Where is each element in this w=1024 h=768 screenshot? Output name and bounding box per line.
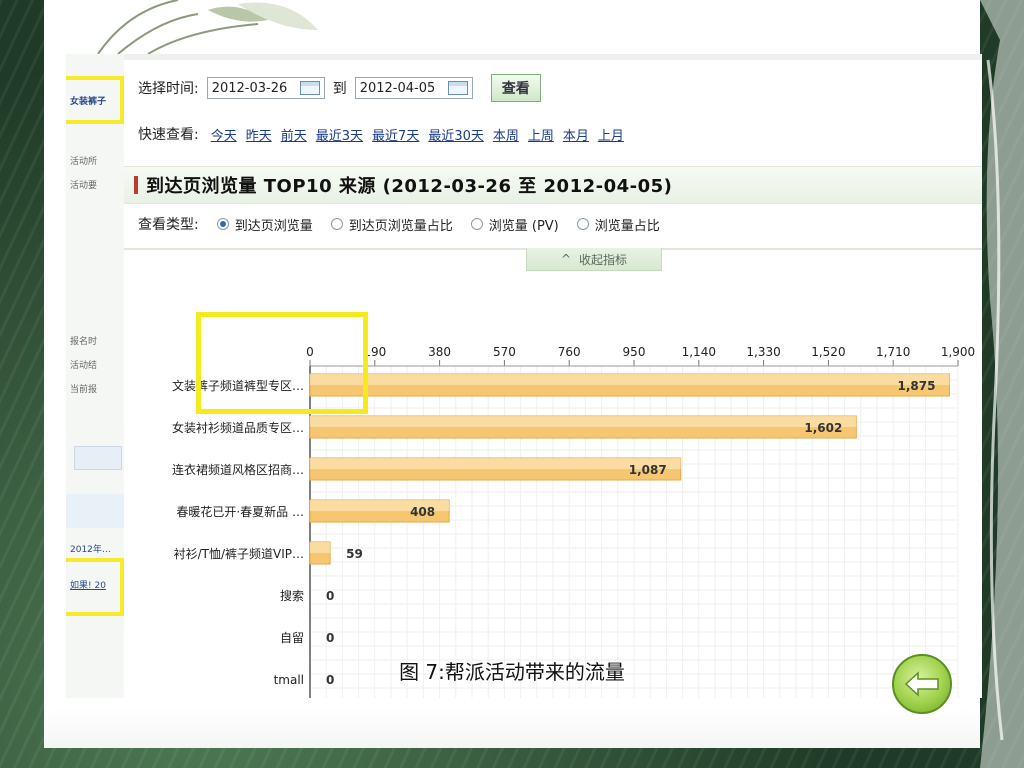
calendar-icon[interactable]	[447, 81, 468, 95]
arrow-left-icon	[904, 671, 939, 697]
radio-dot[interactable]	[576, 218, 589, 230]
leaf-decoration	[97, 0, 318, 54]
behind-footer-date: 2012年…	[70, 545, 111, 555]
quick-link-this-month[interactable]: 本月	[563, 125, 589, 144]
behind-line: 活动所	[70, 157, 98, 167]
radio-label: 到达页浏览量占比	[348, 218, 453, 234]
quick-link-last-3-days[interactable]: 最近3天	[316, 125, 363, 144]
x-tick-label: 950	[623, 345, 646, 359]
radio-label: 浏览量占比	[594, 218, 660, 234]
x-tick-label: 1,710	[876, 345, 910, 359]
behind-line: 活动结	[70, 361, 98, 371]
date-filter-label: 选择时间:	[138, 81, 199, 97]
quick-link-today[interactable]: 今天	[211, 125, 237, 144]
bar-highlight	[310, 416, 857, 427]
category-label: 女装衬衫频道品质专区…	[172, 420, 304, 435]
quick-view-row: 快速查看: 今天 昨天 前天 最近3天 最近7天 最近30天 本周 上周 本月 …	[138, 124, 633, 144]
start-date-input[interactable]: 2012-03-26	[206, 77, 325, 99]
view-type-label: 查看类型:	[138, 217, 199, 233]
behind-row	[66, 494, 124, 528]
section-title: 到达页浏览量 TOP10 来源 (2012-03-26 至 2012-04-05…	[146, 176, 673, 197]
radio-landing-pv[interactable]: 到达页浏览量	[216, 215, 313, 234]
behind-tag-label: 女装裤子	[70, 97, 107, 107]
radio-dot[interactable]	[470, 218, 483, 230]
end-date-value: 2012-04-05	[359, 80, 436, 96]
value-label: 408	[410, 505, 435, 519]
radio-dot[interactable]	[216, 218, 229, 230]
behind-line: 活动要	[70, 181, 98, 191]
value-label: 0	[326, 589, 334, 603]
radio-pv[interactable]: 浏览量 (PV)	[470, 215, 559, 234]
behind-tab	[74, 446, 122, 470]
x-tick-label: 1,520	[811, 345, 845, 359]
figure-caption: 图 7:帮派活动带来的流量	[399, 660, 625, 684]
x-tick-label: 1,140	[682, 345, 716, 359]
collapse-metrics-button[interactable]: ^ 收起指标	[526, 248, 662, 271]
end-date-input[interactable]: 2012-04-05	[354, 77, 473, 99]
value-label: 1,875	[898, 379, 936, 393]
quick-link-last-30-days[interactable]: 最近30天	[428, 125, 484, 144]
view-button[interactable]: 查看	[490, 74, 541, 102]
quick-link-this-week[interactable]: 本周	[493, 125, 519, 144]
value-label: 0	[326, 631, 334, 645]
to-label: 到	[332, 81, 347, 97]
section-marker	[134, 176, 138, 194]
background-window: 女装裤子 活动所 活动要 报名时 活动结 当前报 2012年… 如果! 20	[66, 54, 125, 698]
chevron-up-icon: ^	[560, 252, 572, 266]
value-label: 59	[346, 547, 363, 561]
x-tick-label: 760	[558, 345, 581, 359]
section-header: 到达页浏览量 TOP10 来源 (2012-03-26 至 2012-04-05…	[124, 166, 982, 204]
top-bar	[124, 54, 982, 60]
quick-link-day-before[interactable]: 前天	[281, 125, 307, 144]
bar-highlight	[310, 542, 331, 553]
highlight-box	[196, 312, 368, 414]
calendar-icon[interactable]	[299, 81, 320, 95]
start-date-value: 2012-03-26	[211, 80, 288, 96]
x-tick-label: 570	[493, 345, 516, 359]
quick-view-label: 快速查看:	[138, 127, 199, 143]
radio-label: 浏览量 (PV)	[488, 218, 559, 234]
quick-link-last-week[interactable]: 上周	[528, 125, 554, 144]
report-panel: 选择时间: 2012-03-26 到 2012-04-05 查看 快速查看: 今…	[124, 54, 982, 698]
screenshot-image: 女装裤子 活动所 活动要 报名时 活动结 当前报 2012年… 如果! 20 选…	[66, 54, 982, 698]
value-label: 1,602	[804, 421, 842, 435]
date-filter-row: 选择时间: 2012-03-26 到 2012-04-05 查看	[138, 74, 541, 102]
value-label: 1,087	[629, 463, 667, 477]
x-tick-label: 1,330	[746, 345, 780, 359]
behind-footer-box: 如果! 20	[70, 581, 106, 591]
slide-panel: 女装裤子 活动所 活动要 报名时 活动结 当前报 2012年… 如果! 20 选…	[44, 0, 982, 748]
radio-dot[interactable]	[330, 218, 343, 230]
category-label: 连衣裙频道风格区招商…	[172, 462, 304, 477]
quick-link-last-7-days[interactable]: 最近7天	[372, 125, 419, 144]
radio-label: 到达页浏览量	[234, 218, 313, 234]
collapse-label: 收起指标	[579, 252, 628, 267]
view-type-row: 查看类型: 到达页浏览量 到达页浏览量占比 浏览量 (PV) 浏览量占比	[138, 214, 678, 234]
page-curl-decoration	[980, 0, 1024, 768]
behind-line: 当前报	[70, 385, 98, 395]
category-label: 自留	[280, 631, 304, 645]
category-label: 春暖花已开·春夏新品 …	[176, 504, 304, 519]
quick-link-yesterday[interactable]: 昨天	[246, 125, 272, 144]
back-button[interactable]	[892, 654, 952, 714]
bar-highlight	[310, 374, 950, 385]
radio-pv-share[interactable]: 浏览量占比	[576, 215, 660, 234]
category-label: 衬衫/T恤/裤子频道VIP…	[174, 547, 304, 561]
bar-highlight	[310, 458, 681, 469]
quick-link-last-month[interactable]: 上月	[598, 125, 624, 144]
radio-landing-pv-share[interactable]: 到达页浏览量占比	[330, 215, 453, 234]
category-label: 搜索	[280, 588, 304, 603]
x-tick-label: 1,900	[941, 345, 975, 359]
behind-line: 报名时	[70, 337, 98, 347]
x-tick-label: 380	[428, 345, 451, 359]
